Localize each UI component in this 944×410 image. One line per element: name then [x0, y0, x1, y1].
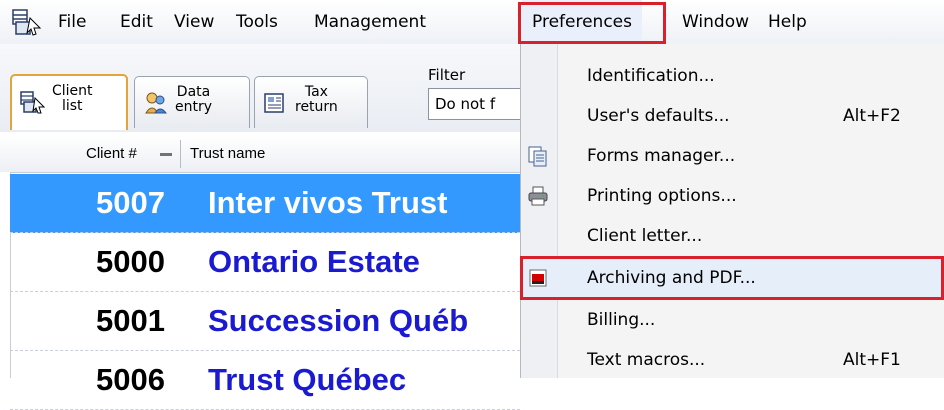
filter-select[interactable]: Do not f — [428, 88, 528, 120]
menu-item-billing[interactable]: Billing... — [521, 300, 944, 340]
trust-name: Succession Québ — [208, 303, 469, 338]
view-tab-strip: Client list Data entry Tax return Filter — [0, 44, 528, 132]
pdf-icon — [529, 269, 547, 287]
menu-edit[interactable]: Edit — [120, 0, 153, 44]
column-trust-name[interactable]: Trust name — [190, 136, 265, 172]
menu-item-archiving-pdf[interactable]: Archiving and PDF... — [521, 258, 944, 298]
column-client-number[interactable]: Client # — [86, 136, 137, 172]
trust-name: Ontario Estate — [208, 244, 420, 279]
forms-icon — [528, 146, 547, 167]
client-number: 5006 — [96, 362, 165, 397]
data-entry-icon — [145, 92, 168, 114]
menu-item-label: Billing... — [587, 310, 656, 330]
menu-item-label: Text macros... — [587, 350, 706, 370]
menu-view[interactable]: View — [174, 0, 214, 44]
menu-item-printing-options[interactable]: Printing options... — [521, 176, 944, 216]
menu-preferences[interactable]: Preferences — [522, 0, 642, 44]
printer-icon — [528, 186, 548, 206]
table-row[interactable]: 5000 Ontario Estate — [10, 233, 520, 292]
menu-item-label: Printing options... — [587, 186, 737, 206]
menu-item-label: Identification... — [587, 66, 715, 86]
table-header: Client # Trust name — [0, 136, 520, 173]
client-list-pane: Client list Data entry Tax return Filter — [0, 44, 528, 410]
client-list-icon — [20, 91, 46, 114]
table-row[interactable]: 5007 Inter vivos Trust — [10, 174, 520, 233]
menu-item-text-macros[interactable]: Text macros... Alt+F1 — [521, 340, 944, 380]
tab-tax-return[interactable]: Tax return — [254, 76, 368, 128]
tab-client-list-label: Client list — [52, 83, 93, 114]
app-icon[interactable] — [12, 8, 42, 36]
menu-item-label: Archiving and PDF... — [587, 268, 756, 288]
menu-item-identification[interactable]: Identification... — [521, 56, 944, 96]
tab-data-entry[interactable]: Data entry — [134, 76, 250, 128]
menu-help[interactable]: Help — [768, 0, 807, 44]
preferences-menu: Identification... User's defaults... Alt… — [520, 44, 944, 378]
menu-item-label: Forms manager... — [587, 146, 736, 166]
menu-file[interactable]: File — [58, 0, 86, 44]
menu-item-client-letter[interactable]: Client letter... — [521, 216, 944, 256]
tab-data-entry-label: Data entry — [175, 84, 213, 115]
sort-indicator-icon — [160, 153, 172, 156]
menu-tools[interactable]: Tools — [236, 0, 278, 44]
menu-item-shortcut: Alt+F1 — [843, 350, 901, 370]
menu-item-label: User's defaults... — [587, 106, 730, 126]
menu-item-shortcut: Alt+F2 — [843, 106, 901, 126]
filter-label: Filter — [428, 66, 466, 84]
trust-name: Inter vivos Trust — [208, 185, 448, 220]
table-row[interactable]: 5001 Succession Québ — [10, 292, 520, 351]
tax-return-icon — [264, 93, 284, 113]
menu-bar: File Edit View Tools Management Preferen… — [0, 0, 944, 45]
trust-name: Trust Québec — [208, 362, 407, 397]
menu-item-users-defaults[interactable]: User's defaults... Alt+F2 — [521, 96, 944, 136]
column-divider[interactable] — [180, 140, 181, 168]
tab-tax-return-label: Tax return — [295, 84, 338, 115]
tab-client-list[interactable]: Client list — [10, 74, 128, 130]
menu-item-forms-manager[interactable]: Forms manager... — [521, 136, 944, 176]
client-number: 5007 — [96, 185, 165, 220]
menu-window[interactable]: Window — [682, 0, 749, 44]
client-number: 5000 — [96, 244, 165, 279]
menu-item-label: Client letter... — [587, 226, 703, 246]
menu-management[interactable]: Management — [314, 0, 426, 44]
table-row[interactable]: 5006 Trust Québec — [10, 351, 520, 410]
client-number: 5001 — [96, 303, 165, 338]
